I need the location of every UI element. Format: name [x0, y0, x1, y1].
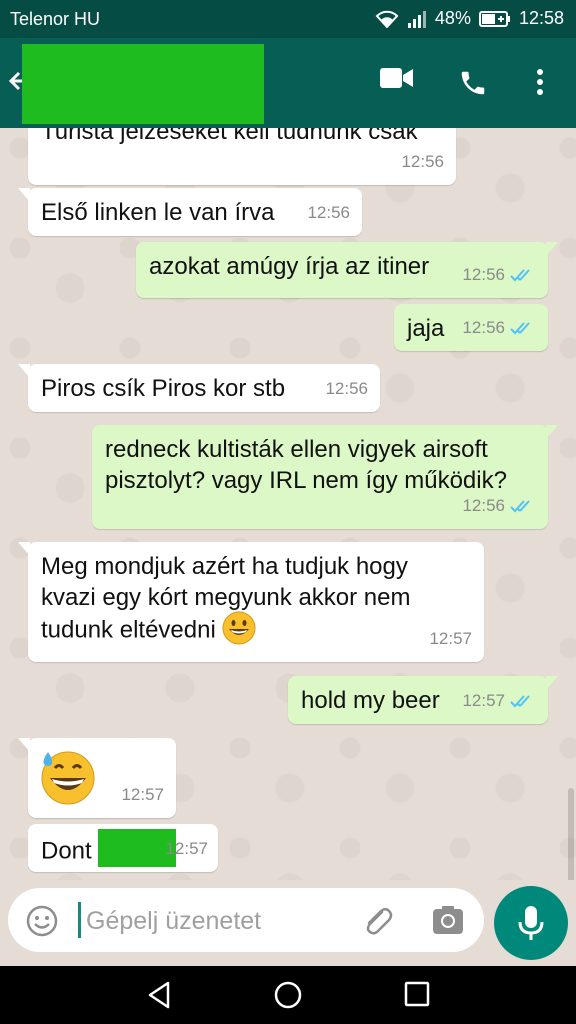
bubble-tail	[546, 425, 558, 439]
read-receipt-icon	[510, 499, 530, 512]
status-bar: Telenor HU 48% 12:58	[0, 0, 576, 38]
message-time: 12:56	[401, 152, 444, 171]
message-outgoing[interactable]: jaja 12:56	[394, 304, 548, 351]
battery-icon	[478, 10, 510, 27]
microphone-icon	[518, 906, 544, 940]
bubble-tail	[18, 738, 30, 752]
message-incoming[interactable]: Dont 12:57	[28, 824, 218, 872]
read-receipt-icon	[510, 321, 530, 334]
message-time: 12:57	[429, 629, 472, 648]
message-time: 12:56	[462, 496, 505, 515]
more-options-icon[interactable]	[536, 68, 544, 96]
message-text: Turista jelzéseket kell tudnunk csak	[41, 128, 418, 145]
message-incoming[interactable]: Turista jelzéseket kell tudnunk csak 12:…	[28, 128, 456, 185]
message-time: 12:56	[462, 265, 505, 284]
chat-header	[0, 38, 576, 128]
camera-icon[interactable]	[432, 905, 464, 935]
carrier-label: Telenor HU	[10, 9, 101, 29]
message-time: 12:56	[325, 379, 368, 398]
bubble-tail	[18, 542, 30, 556]
text-caret	[78, 902, 81, 938]
message-outgoing[interactable]: azokat amúgy írja az itiner 12:56	[136, 242, 558, 298]
message-text: hold my beer	[301, 687, 440, 714]
bubble-tail	[546, 242, 558, 256]
message-text-line: Meg mondjuk azért ha tudjuk hogy	[41, 553, 408, 580]
signal-icon	[407, 10, 426, 28]
phone-call-icon[interactable]	[458, 68, 488, 98]
message-text: Első linken le van írva	[41, 199, 275, 226]
contact-name-redacted[interactable]	[22, 44, 264, 124]
message-text: azokat amúgy írja az itiner	[149, 253, 430, 280]
message-time: 12:56	[307, 203, 350, 222]
system-nav-bar	[0, 966, 576, 1024]
bubble-tail	[18, 364, 30, 378]
scrollbar[interactable]	[568, 788, 574, 880]
message-text: jaja	[407, 315, 445, 342]
message-composer[interactable]: Gépelj üzenetet	[8, 888, 484, 952]
bubble-tail	[546, 676, 558, 690]
message-outgoing[interactable]: hold my beer 12:57	[288, 676, 558, 724]
recents-nav-icon[interactable]	[404, 981, 430, 1007]
clock: 12:58	[518, 8, 564, 28]
bubble-tail	[18, 188, 30, 202]
message-time: 12:56	[462, 318, 505, 337]
emoji-icon[interactable]	[26, 905, 58, 937]
message-list[interactable]: Turista jelzéseket kell tudnunk csak 12:…	[0, 128, 576, 880]
voice-message-button[interactable]	[494, 886, 568, 960]
back-nav-icon[interactable]	[146, 981, 172, 1009]
battery-percent: 48%	[434, 8, 471, 28]
message-outgoing[interactable]: redneck kultisták ellen vigyek airsoft p…	[92, 425, 558, 529]
message-incoming[interactable]: Meg mondjuk azért ha tudjuk hogy kvazi e…	[18, 542, 484, 662]
message-time: 12:57	[121, 785, 164, 804]
grinning-face-with-sweat-icon	[41, 751, 95, 805]
message-incoming[interactable]: Piros csík Piros kor stb 12:56	[18, 364, 380, 412]
message-text: Dont	[41, 837, 92, 865]
message-input[interactable]: Gépelj üzenetet	[86, 907, 261, 936]
read-receipt-icon	[510, 694, 530, 707]
message-text-line: redneck kultisták ellen vigyek airsoft	[105, 436, 488, 463]
message-text-line: kvazi egy kórt megyunk akkor nem	[41, 584, 411, 611]
message-incoming[interactable]: 12:57	[18, 738, 176, 818]
message-text-line: pisztolyt? vagy IRL nem így működik?	[105, 467, 507, 494]
message-time: 12:57	[462, 691, 505, 710]
wifi-icon	[375, 10, 399, 28]
message-text-line: tudunk eltévedni	[41, 616, 216, 644]
attach-icon[interactable]	[360, 904, 394, 938]
message-text: Piros csík Piros kor stb	[41, 375, 286, 402]
grinning-face-icon	[222, 611, 256, 645]
read-receipt-icon	[510, 268, 530, 281]
message-incoming[interactable]: Első linken le van írva 12:56	[18, 188, 362, 236]
video-call-icon[interactable]	[380, 66, 414, 90]
message-time: 12:57	[165, 839, 208, 858]
home-nav-icon[interactable]	[274, 981, 302, 1009]
